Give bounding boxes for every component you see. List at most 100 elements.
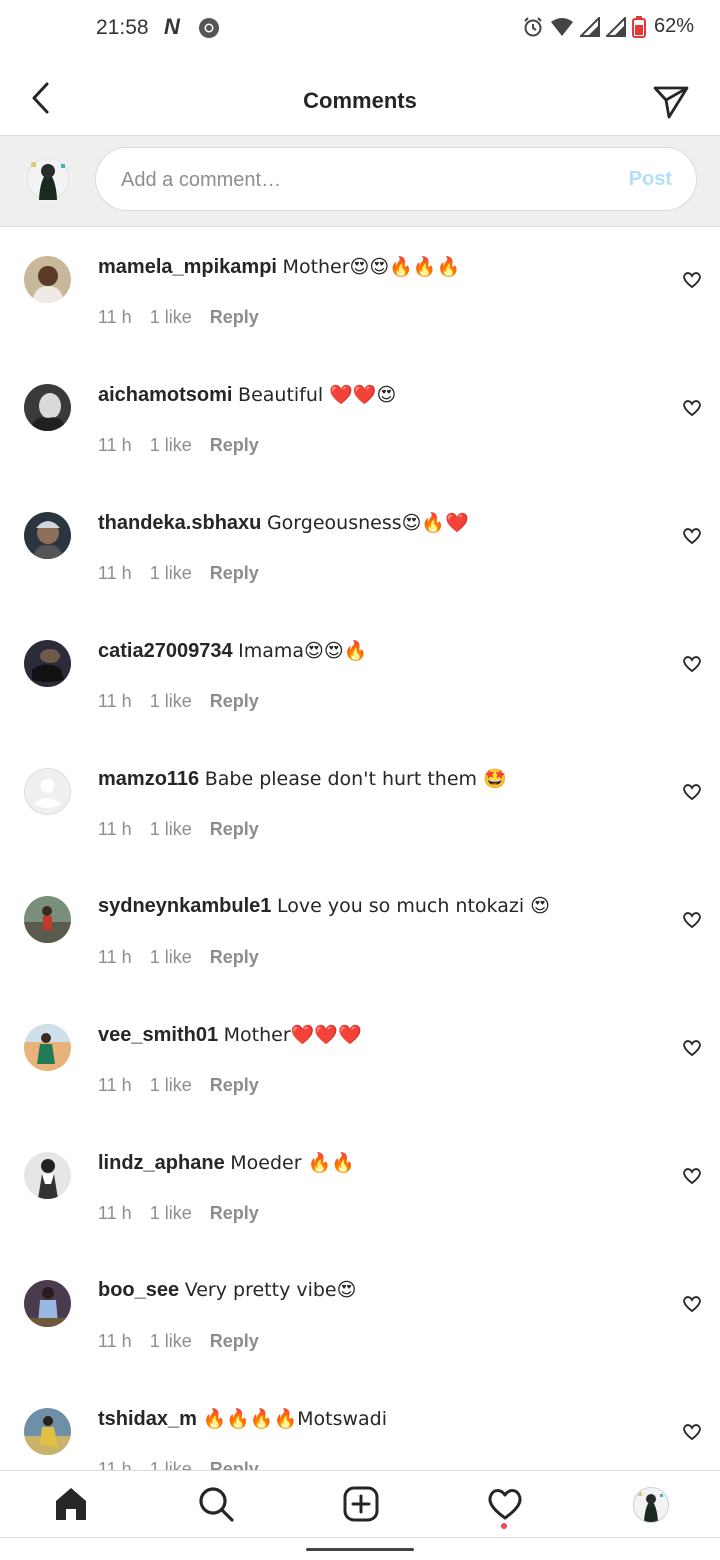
comment-username[interactable]: mamela_mpikampi [98, 256, 277, 278]
comment-likes[interactable]: 1 like [150, 691, 192, 712]
comment-likes[interactable]: 1 like [150, 947, 192, 968]
avatar[interactable] [24, 1024, 71, 1071]
battery-percent: 62% [653, 15, 694, 37]
like-heart-icon[interactable] [682, 1422, 702, 1442]
like-heart-icon[interactable] [682, 1294, 702, 1314]
comment-body: Moeder 🔥🔥 [230, 1152, 355, 1174]
post-button[interactable]: Post [629, 168, 672, 191]
comment-body: Gorgeousness😍🔥❤️ [266, 512, 469, 534]
comment-item: mamzo116 Babe please don't hurt them 🤩 1… [0, 739, 720, 867]
comment-meta: 11 h 1 like Reply [98, 435, 259, 456]
comment-text: mamzo116 Babe please don't hurt them 🤩 [98, 767, 507, 791]
reply-button[interactable]: Reply [210, 947, 259, 968]
avatar[interactable] [24, 512, 71, 559]
like-heart-icon[interactable] [682, 654, 702, 674]
comment-text: mamela_mpikampi Mother😍😍🔥🔥🔥 [98, 255, 460, 279]
comment-time: 11 h [98, 1459, 132, 1470]
comment-meta: 11 h 1 like Reply [98, 563, 259, 584]
comment-likes[interactable]: 1 like [150, 435, 192, 456]
wifi-icon [550, 17, 573, 36]
comment-text: tshidax_m 🔥🔥🔥🔥Motswadi [98, 1407, 387, 1431]
comment-item: lindz_aphane Moeder 🔥🔥 11 h 1 like Reply [0, 1123, 720, 1251]
reply-button[interactable]: Reply [210, 691, 259, 712]
like-heart-icon[interactable] [682, 398, 702, 418]
activity-heart-icon[interactable] [486, 1485, 524, 1523]
like-heart-icon[interactable] [682, 526, 702, 546]
like-heart-icon[interactable] [682, 1166, 702, 1186]
alarm-icon [524, 16, 542, 36]
comment-body: Babe please don't hurt them 🤩 [204, 768, 507, 790]
comment-body: Very pretty vibe😍 [184, 1279, 357, 1301]
comment-text: catia27009734 Imama😍😍🔥 [98, 639, 367, 663]
comment-username[interactable]: mamzo116 [98, 768, 199, 790]
avatar[interactable] [24, 1152, 71, 1199]
signal-icon [579, 16, 600, 37]
like-heart-icon[interactable] [682, 270, 702, 290]
avatar[interactable] [24, 1280, 71, 1327]
comment-body: Beautiful ❤️❤️😍 [238, 384, 397, 406]
status-time: 21:58 [96, 16, 149, 39]
status-bar: 21:58 N 62% [0, 0, 720, 60]
avatar[interactable] [24, 640, 71, 687]
comment-input-placeholder: Add a comment… [121, 169, 282, 191]
comment-time: 11 h [98, 1331, 132, 1351]
comment-username[interactable]: sydneynkambule1 [98, 895, 271, 917]
reply-button[interactable]: Reply [210, 435, 259, 456]
avatar[interactable] [24, 1408, 71, 1455]
comment-meta: 11 h 1 like Reply [98, 947, 259, 968]
header: Comments [0, 60, 720, 136]
reply-button[interactable]: Reply [210, 1203, 259, 1224]
comment-time: 11 h [98, 435, 132, 455]
home-icon[interactable] [52, 1485, 90, 1523]
comment-likes[interactable]: 1 like [150, 563, 192, 584]
comment-item: thandeka.sbhaxu Gorgeousness😍🔥❤️ 11 h 1 … [0, 483, 720, 611]
comment-body: Mother❤️❤️❤️ [223, 1024, 362, 1046]
comment-username[interactable]: thandeka.sbhaxu [98, 512, 261, 534]
new-post-icon[interactable] [342, 1485, 380, 1523]
profile-avatar[interactable] [633, 1487, 669, 1523]
comment-likes[interactable]: 1 like [150, 307, 192, 328]
comment-meta: 11 h 1 like Reply [98, 819, 259, 840]
comment-meta: 11 h 1 like Reply [98, 1331, 259, 1352]
search-icon[interactable] [197, 1485, 235, 1523]
share-button[interactable] [652, 82, 690, 120]
comment-likes[interactable]: 1 like [150, 1331, 192, 1352]
comment-time: 11 h [98, 563, 132, 583]
like-heart-icon[interactable] [682, 1038, 702, 1058]
comment-text: boo_see Very pretty vibe😍 [98, 1279, 356, 1302]
comment-meta: 11 h 1 like Reply [98, 307, 259, 328]
avatar[interactable] [24, 256, 71, 303]
comment-username[interactable]: catia27009734 [98, 640, 233, 662]
comment-likes[interactable]: 1 like [150, 1075, 192, 1096]
comment-username[interactable]: vee_smith01 [98, 1024, 218, 1046]
comment-likes[interactable]: 1 like [150, 819, 192, 840]
like-heart-icon[interactable] [682, 910, 702, 930]
comment-username[interactable]: boo_see [98, 1279, 179, 1301]
default-avatar[interactable] [24, 768, 71, 815]
reply-button[interactable]: Reply [210, 307, 259, 328]
like-heart-icon[interactable] [682, 782, 702, 802]
comment-item: tshidax_m 🔥🔥🔥🔥Motswadi 11 h 1 like Reply [0, 1379, 720, 1470]
avatar[interactable] [24, 384, 71, 431]
comment-likes[interactable]: 1 like [150, 1459, 192, 1470]
comment-username[interactable]: aichamotsomi [98, 384, 232, 406]
notification-dot [501, 1523, 507, 1529]
comment-item: catia27009734 Imama😍😍🔥 11 h 1 like Reply [0, 611, 720, 739]
comment-username[interactable]: lindz_aphane [98, 1152, 225, 1174]
avatar[interactable] [24, 896, 71, 943]
comment-username[interactable]: tshidax_m [98, 1408, 197, 1430]
reply-button[interactable]: Reply [210, 563, 259, 584]
comment-input[interactable]: Add a comment… Post [95, 147, 697, 211]
reply-button[interactable]: Reply [210, 1459, 259, 1470]
reply-button[interactable]: Reply [210, 819, 259, 840]
comment-item: mamela_mpikampi Mother😍😍🔥🔥🔥 11 h 1 like … [0, 227, 720, 355]
avatar [25, 156, 71, 202]
reply-button[interactable]: Reply [210, 1331, 259, 1352]
comment-text: thandeka.sbhaxu Gorgeousness😍🔥❤️ [98, 511, 469, 535]
home-indicator[interactable] [306, 1548, 414, 1551]
comment-likes[interactable]: 1 like [150, 1203, 192, 1224]
reply-button[interactable]: Reply [210, 1075, 259, 1096]
comment-body: Mother😍😍🔥🔥🔥 [282, 256, 461, 278]
comment-time: 11 h [98, 1075, 132, 1095]
comment-meta: 11 h 1 like Reply [98, 691, 259, 712]
